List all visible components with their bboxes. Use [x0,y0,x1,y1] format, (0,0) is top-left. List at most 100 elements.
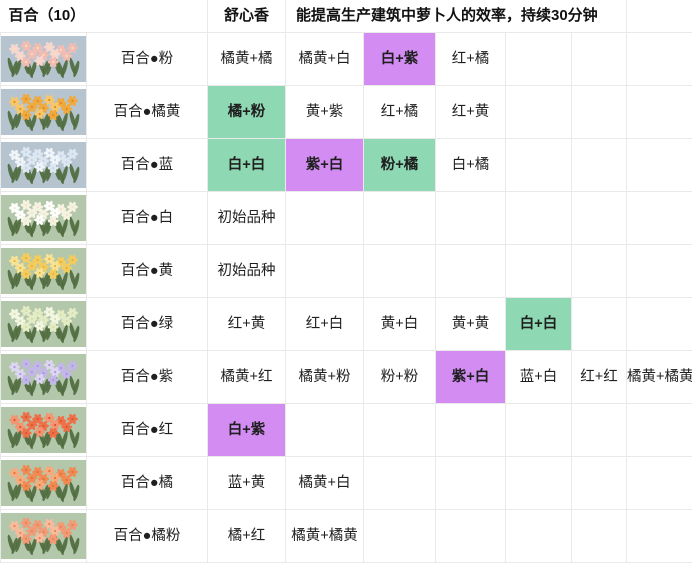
lily-green-thumbnail [1,301,86,347]
empty-cell [286,245,364,298]
empty-cell [627,139,692,192]
lily-orange-pink-thumbnail [1,513,86,559]
empty-cell [506,404,572,457]
recipe-cell: 白+紫 [364,33,436,86]
flower-thumbnail-cell [1,139,87,192]
empty-cell [506,86,572,139]
empty-cell [436,404,506,457]
variety-name: 百合●橘粉 [87,510,208,563]
empty-cell [572,33,627,86]
empty-cell [364,457,436,510]
empty-cell [364,404,436,457]
recipe-cell: 白+橘 [436,139,506,192]
empty-cell [627,245,692,298]
empty-cell [506,33,572,86]
variety-name: 百合●红 [87,404,208,457]
lily-breeding-table: 百合（10）舒心香能提高生产建筑中萝卜人的效率，持续30分钟百合●粉橘黄+橘橘黄… [0,0,692,563]
empty-cell [627,404,692,457]
flower-thumbnail-cell [1,510,87,563]
recipe-cell: 白+紫 [208,404,286,457]
empty-cell [506,192,572,245]
empty-cell [572,86,627,139]
recipe-cell: 橘黄+粉 [286,351,364,404]
flower-thumbnail-cell [1,245,87,298]
recipe-cell: 紫+白 [286,139,364,192]
empty-cell [572,192,627,245]
lily-pink-thumbnail [1,36,86,82]
table-row: 百合●红白+紫 [1,404,692,457]
recipe-cell: 白+白 [208,139,286,192]
empty-cell [572,510,627,563]
table-row: 百合●白初始品种 [1,192,692,245]
empty-cell [436,192,506,245]
recipe-cell: 黄+白 [364,298,436,351]
recipe-cell: 红+黄 [436,86,506,139]
table-row: 百合●橘粉橘+红橘黄+橘黄 [1,510,692,563]
flower-thumbnail-cell [1,33,87,86]
flower-thumbnail-cell [1,351,87,404]
recipe-cell: 初始品种 [208,245,286,298]
variety-name: 百合●蓝 [87,139,208,192]
recipe-cell: 红+黄 [208,298,286,351]
recipe-cell: 橘黄+橘黄 [627,351,692,404]
empty-cell [286,404,364,457]
table-row: 百合●绿红+黄红+白黄+白黄+黄白+白 [1,298,692,351]
recipe-cell: 橘黄+白 [286,457,364,510]
recipe-cell: 粉+粉 [364,351,436,404]
recipe-cell: 橘黄+红 [208,351,286,404]
recipe-cell: 白+白 [506,298,572,351]
recipe-cell: 橘黄+橘 [208,33,286,86]
empty-cell [627,192,692,245]
page-title: 百合（10） [1,0,208,33]
lily-orange-yellow-thumbnail [1,89,86,135]
recipe-cell: 橘黄+橘黄 [286,510,364,563]
variety-name: 百合●粉 [87,33,208,86]
variety-name: 百合●黄 [87,245,208,298]
table-row: 百合●橘黄橘+粉黄+紫红+橘红+黄 [1,86,692,139]
empty-cell [506,139,572,192]
variety-name: 百合●绿 [87,298,208,351]
recipe-cell: 初始品种 [208,192,286,245]
recipe-cell: 黄+紫 [286,86,364,139]
empty-cell [572,298,627,351]
empty-cell [506,457,572,510]
empty-cell [627,33,692,86]
recipe-cell: 黄+黄 [436,298,506,351]
empty-cell [627,457,692,510]
empty-cell [364,245,436,298]
empty-cell [627,298,692,351]
lily-orange-thumbnail [1,460,86,506]
lily-blue-thumbnail [1,142,86,188]
table-header-row: 百合（10）舒心香能提高生产建筑中萝卜人的效率，持续30分钟 [1,0,692,33]
empty-cell [506,245,572,298]
recipe-cell: 红+橘 [364,86,436,139]
table-row: 百合●紫橘黄+红橘黄+粉粉+粉紫+白蓝+白红+红橘黄+橘黄 [1,351,692,404]
recipe-cell: 紫+白 [436,351,506,404]
empty-cell [436,245,506,298]
recipe-cell: 橘黄+白 [286,33,364,86]
flower-thumbnail-cell [1,457,87,510]
lily-yellow-thumbnail [1,248,86,294]
fragrance-label: 舒心香 [208,0,286,33]
empty-cell [506,510,572,563]
empty-cell [627,86,692,139]
variety-name: 百合●橘黄 [87,86,208,139]
header-spacer [627,0,692,33]
lily-purple-thumbnail [1,354,86,400]
empty-cell [627,510,692,563]
empty-cell [572,457,627,510]
flower-thumbnail-cell [1,86,87,139]
empty-cell [364,510,436,563]
empty-cell [572,139,627,192]
empty-cell [436,510,506,563]
recipe-cell: 蓝+白 [506,351,572,404]
recipe-cell: 橘+红 [208,510,286,563]
table-row: 百合●黄初始品种 [1,245,692,298]
effect-description: 能提高生产建筑中萝卜人的效率，持续30分钟 [286,0,627,33]
lily-red-thumbnail [1,407,86,453]
empty-cell [286,192,364,245]
empty-cell [364,192,436,245]
table-row: 百合●橘蓝+黄橘黄+白 [1,457,692,510]
flower-thumbnail-cell [1,192,87,245]
table-row: 百合●粉橘黄+橘橘黄+白白+紫红+橘 [1,33,692,86]
